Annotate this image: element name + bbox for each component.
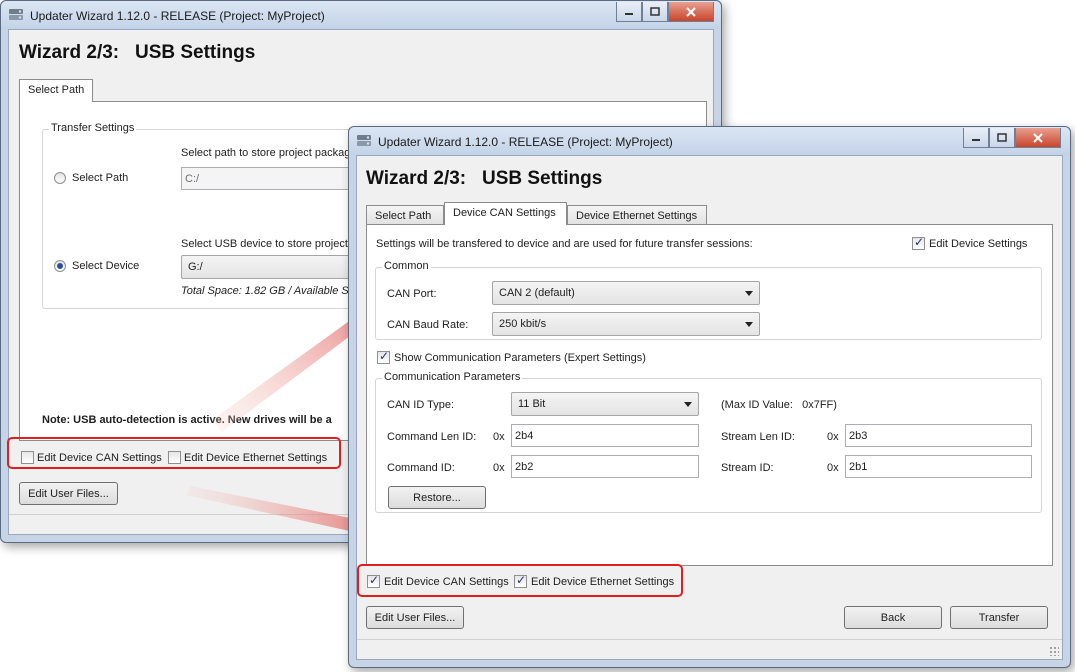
- transfer-button[interactable]: Transfer: [950, 606, 1048, 629]
- select-device-radio[interactable]: [54, 260, 66, 272]
- maximize-icon: [650, 6, 660, 16]
- close-icon: [1033, 132, 1043, 143]
- minimize-icon: [625, 12, 633, 15]
- close-button[interactable]: [1015, 128, 1061, 148]
- back-window-title: Updater Wizard 1.12.0 - RELEASE (Project…: [30, 9, 325, 23]
- cmd-len-id-input[interactable]: 2b4: [511, 424, 699, 447]
- tab-device-can-settings[interactable]: Device CAN Settings: [444, 202, 567, 225]
- maximize-button[interactable]: [989, 128, 1015, 148]
- back-highlight-box: [7, 437, 341, 469]
- restore-button[interactable]: Restore...: [388, 486, 486, 509]
- maximize-icon: [997, 132, 1007, 142]
- stream-id-input[interactable]: 2b1: [845, 455, 1032, 478]
- comm-group-title: Communication Parameters: [382, 371, 523, 383]
- front-titlebar[interactable]: Updater Wizard 1.12.0 - RELEASE (Project…: [349, 127, 1070, 155]
- can-settings-panel: Settings will be transfered to device an…: [366, 224, 1053, 566]
- stream-len-label: Stream Len ID:: [721, 431, 795, 443]
- updater-app-icon: [9, 9, 23, 20]
- updater-app-icon: [357, 135, 371, 146]
- tab-select-path[interactable]: Select Path: [366, 205, 444, 225]
- id-type-combo[interactable]: 11 Bit: [511, 392, 699, 416]
- device-value: G:/: [188, 261, 203, 273]
- chevron-down-icon: [684, 402, 692, 407]
- minimize-icon: [972, 138, 980, 141]
- select-path-label[interactable]: Select Path: [72, 172, 128, 184]
- back-button[interactable]: Back: [844, 606, 942, 629]
- intro-text: Settings will be transfered to device an…: [376, 238, 753, 250]
- baud-rate-combo[interactable]: 250 kbit/s: [492, 312, 760, 336]
- front-edit-user-files-button[interactable]: Edit User Files...: [366, 606, 464, 629]
- can-port-combo[interactable]: CAN 2 (default): [492, 281, 760, 305]
- cmd-id-input[interactable]: 2b2: [511, 455, 699, 478]
- stream-len-id-input[interactable]: 2b3: [845, 424, 1032, 447]
- baud-rate-value: 250 kbit/s: [499, 318, 547, 330]
- chevron-down-icon: [745, 322, 753, 327]
- can-port-label: CAN Port:: [387, 288, 437, 300]
- can-port-value: CAN 2 (default): [499, 287, 575, 299]
- max-id-value: (Max ID Value: 0x7FF): [721, 399, 837, 411]
- tab-select-path[interactable]: Select Path: [19, 79, 94, 102]
- space-info: Total Space: 1.82 GB / Available S: [181, 285, 349, 297]
- hex-prefix: 0x: [493, 431, 505, 443]
- minimize-button[interactable]: [963, 128, 989, 148]
- edit-device-settings-label[interactable]: Edit Device Settings: [929, 238, 1027, 250]
- id-type-label: CAN ID Type:: [387, 399, 455, 411]
- close-icon: [686, 6, 696, 17]
- hex-prefix: 0x: [493, 462, 505, 474]
- resize-grip-icon[interactable]: [1049, 646, 1059, 656]
- communication-parameters-group: Communication Parameters CAN ID Type: 11…: [375, 371, 1042, 513]
- chevron-down-icon: [745, 291, 753, 296]
- maximize-button[interactable]: [642, 2, 668, 22]
- select-path-radio[interactable]: [54, 172, 66, 184]
- usb-note: Note: USB auto-detection is active. New …: [42, 414, 332, 426]
- common-group: Common CAN Port: CAN 2 (default) CAN Bau…: [375, 260, 1042, 340]
- page-title: Wizard 2/3: USB Settings: [19, 42, 256, 63]
- path-prompt: Select path to store project packag: [181, 147, 351, 159]
- group-title: Transfer Settings: [49, 122, 137, 134]
- close-button[interactable]: [668, 2, 714, 22]
- show-params-label[interactable]: Show Communication Parameters (Expert Se…: [394, 352, 646, 364]
- baud-rate-label: CAN Baud Rate:: [387, 319, 469, 331]
- cmd-id-label: Command ID:: [387, 462, 455, 474]
- page-title: Wizard 2/3: USB Settings: [366, 168, 603, 189]
- hex-prefix: 0x: [827, 431, 839, 443]
- device-prompt: Select USB device to store project p: [181, 238, 358, 250]
- front-highlight-box: [357, 564, 683, 597]
- front-window-title: Updater Wizard 1.12.0 - RELEASE (Project…: [378, 135, 673, 149]
- tab-device-ethernet-settings[interactable]: Device Ethernet Settings: [567, 205, 707, 225]
- edit-device-settings-checkbox[interactable]: [912, 235, 925, 250]
- back-edit-user-files-button[interactable]: Edit User Files...: [19, 482, 118, 505]
- minimize-button[interactable]: [616, 2, 642, 22]
- common-group-title: Common: [382, 260, 431, 272]
- show-params-checkbox[interactable]: [377, 349, 390, 364]
- cmd-len-label: Command Len ID:: [387, 431, 477, 443]
- stream-id-label: Stream ID:: [721, 462, 774, 474]
- back-titlebar[interactable]: Updater Wizard 1.12.0 - RELEASE (Project…: [1, 1, 721, 29]
- select-device-label[interactable]: Select Device: [72, 260, 139, 272]
- id-type-value: 11 Bit: [518, 398, 546, 410]
- hex-prefix: 0x: [827, 462, 839, 474]
- front-status-bar: [357, 639, 1062, 659]
